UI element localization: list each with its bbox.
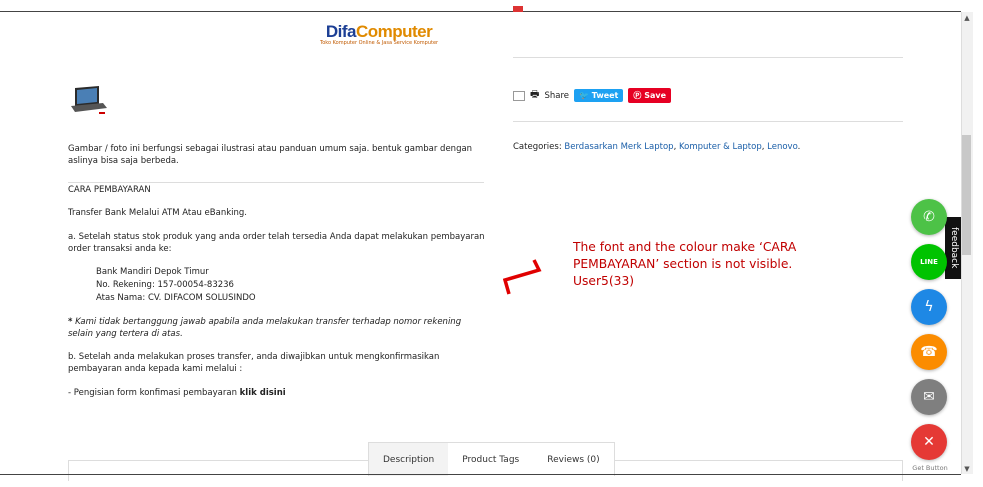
confirm-link[interactable]: klik disini [240, 388, 286, 398]
email-contact-row [513, 6, 643, 12]
call-button[interactable]: ☎ [911, 334, 947, 370]
section-divider [68, 182, 484, 183]
tab-product-tags[interactable]: Product Tags [448, 443, 533, 476]
payment-step-a: a. Setelah status stok produk yang anda … [68, 232, 485, 254]
categories-label: Categories: [513, 142, 565, 152]
right-divider-top [513, 57, 903, 58]
note-text: Kami tidak bertanggung jawab apabila and… [68, 317, 462, 339]
logo-text-part1: Difa [325, 22, 357, 41]
messenger-button[interactable]: ϟ [911, 289, 947, 325]
messenger-icon: ϟ [924, 299, 934, 315]
scroll-down-arrow[interactable]: ▼ [963, 465, 971, 473]
call-icon: ☎ [920, 344, 938, 360]
confirm-line: - Pengisian form konfimasi pembayaran kl… [68, 387, 286, 399]
tab-reviews[interactable]: Reviews (0) [533, 443, 613, 476]
payment-step-b: b. Setelah anda melakukan proses transfe… [68, 352, 440, 374]
categories-line: Categories: Berdasarkan Merk Laptop, Kom… [513, 141, 800, 153]
logo-tagline: Toko Komputer Online & Jasa Service Komp… [320, 40, 439, 46]
category-end: . [797, 142, 801, 152]
share-row: 🖶 Share 🐦 Tweet Ⓟ Save [513, 87, 671, 104]
close-widget-button[interactable]: ✕ [911, 424, 947, 460]
bank-name: Bank Mandiri Depok Timur [96, 267, 209, 277]
close-icon: ✕ [923, 434, 935, 450]
mail-icon [513, 6, 523, 12]
logo-text-part2: Computer [355, 22, 433, 41]
payment-note: * Kami tidak bertanggung jawab apabila a… [68, 316, 488, 340]
feedback-tab[interactable]: feedback [945, 217, 962, 279]
top-divider [0, 11, 961, 12]
tweet-button[interactable]: 🐦 Tweet [573, 89, 624, 102]
confirm-text: - Pengisian form konfimasi pembayaran [68, 388, 240, 398]
annotation-text: The font and the colour make ‘CARA PEMBA… [573, 240, 797, 288]
annotation-zigzag-mark [503, 259, 542, 295]
account-number: No. Rekening: 157-00054-83236 [96, 280, 234, 290]
bottom-divider [0, 474, 961, 475]
account-holder: Atas Nama: CV. DIFACOM SOLUSINDO [96, 293, 256, 303]
pinterest-save-button[interactable]: Ⓟ Save [628, 88, 671, 103]
disclaimer-text: Gambar / foto ini berfungsi sebagai ilus… [68, 144, 473, 166]
whatsapp-button[interactable]: ✆ [911, 199, 947, 235]
payment-heading: CARA PEMBAYARAN [68, 185, 151, 195]
category-link-0[interactable]: Berdasarkan Merk Laptop [564, 142, 673, 152]
line-button[interactable]: LINE [911, 244, 947, 280]
category-link-1[interactable]: Komputer & Laptop [679, 142, 762, 152]
email-icon: ✉ [923, 389, 935, 405]
get-button-label: Get Button [912, 464, 948, 472]
print-icon[interactable]: 🖶 [530, 87, 539, 104]
line-icon: LINE [920, 258, 938, 266]
site-logo[interactable]: DifaComputer Toko Komputer Online & Jasa… [320, 22, 438, 46]
product-thumbnail[interactable] [69, 84, 109, 118]
category-link-2[interactable]: Lenovo [767, 142, 798, 152]
product-tabs: Description Product Tags Reviews (0) [368, 442, 615, 476]
share-label[interactable]: Share [544, 91, 569, 101]
save-label: Save [644, 91, 666, 100]
tab-description[interactable]: Description [369, 443, 449, 476]
whatsapp-icon: ✆ [923, 209, 935, 225]
scroll-up-arrow[interactable]: ▲ [963, 14, 971, 22]
right-divider-bottom [513, 121, 903, 122]
email-button[interactable]: ✉ [911, 379, 947, 415]
payment-method: Transfer Bank Melalui ATM Atau eBanking. [68, 208, 247, 218]
email-share-icon[interactable] [513, 90, 525, 101]
tweet-label: Tweet [591, 91, 619, 100]
scrollbar-thumb[interactable] [962, 135, 971, 255]
